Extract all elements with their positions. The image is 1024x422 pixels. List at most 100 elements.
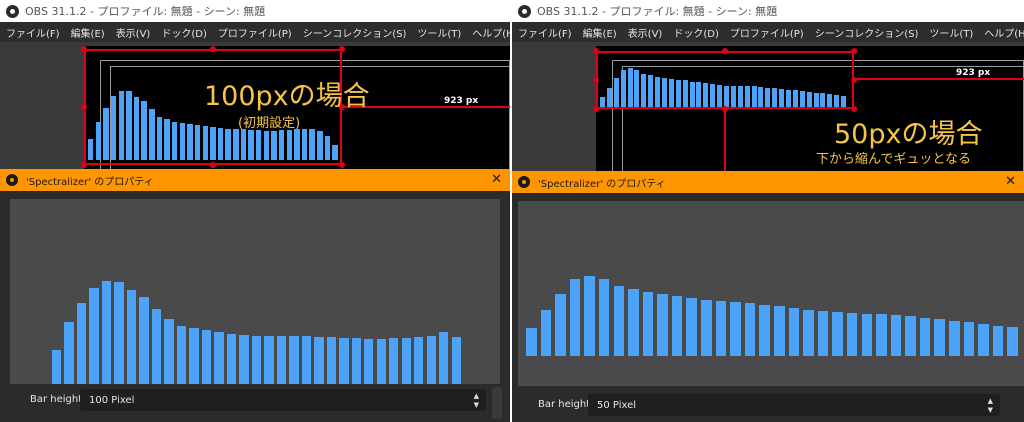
spectrum-bar bbox=[905, 316, 916, 356]
menu-view[interactable]: 表示(V) bbox=[628, 25, 663, 40]
spectrum-bar bbox=[76, 303, 87, 384]
spectrum-bar bbox=[759, 304, 770, 356]
spectrum-bar bbox=[426, 335, 436, 384]
menu-profile[interactable]: プロファイル(P) bbox=[218, 25, 292, 40]
window-title: OBS 31.1.2 - プロファイル: 無題 - シーン: 無題 bbox=[537, 5, 778, 18]
menu-profile[interactable]: プロファイル(P) bbox=[730, 25, 804, 40]
spectrum-preview bbox=[518, 201, 1024, 386]
spectrum-bar bbox=[389, 338, 399, 384]
spectrum-bar bbox=[788, 308, 800, 356]
menu-file[interactable]: ファイル(F) bbox=[518, 25, 572, 40]
resize-handle[interactable] bbox=[210, 162, 216, 168]
spectrum-bar bbox=[139, 296, 149, 384]
spectrum-bar bbox=[642, 292, 654, 356]
dialog-titlebar: 'Spectralizer' のプロパティ ✕ bbox=[512, 171, 1024, 193]
menu-view[interactable]: 表示(V) bbox=[116, 25, 151, 40]
obs-window-50px: OBS 31.1.2 - プロファイル: 無題 - シーン: 無題 ファイル(F… bbox=[512, 0, 1024, 422]
close-icon[interactable]: ✕ bbox=[491, 172, 502, 187]
close-icon[interactable]: ✕ bbox=[1005, 174, 1016, 189]
resize-handle[interactable] bbox=[593, 77, 599, 83]
annotation-subtitle: 下から縮んでギュッとなる bbox=[816, 152, 971, 167]
spectrum-bar bbox=[846, 312, 858, 356]
resize-handle[interactable] bbox=[722, 48, 728, 54]
menu-edit[interactable]: 編集(E) bbox=[583, 25, 617, 40]
spectrum-bar bbox=[817, 311, 829, 356]
spectrum-bar bbox=[628, 288, 639, 356]
resize-handle[interactable] bbox=[81, 46, 87, 52]
resize-handle[interactable] bbox=[851, 48, 857, 54]
distance-guide-line-vertical bbox=[724, 109, 726, 174]
menu-help[interactable]: ヘルプ(H) bbox=[984, 25, 1024, 40]
spin-arrows-icon[interactable]: ▲ ▼ bbox=[474, 392, 479, 410]
spectrum-bar bbox=[1007, 327, 1018, 356]
spectrum-bar bbox=[239, 334, 249, 384]
menu-dock[interactable]: ドック(D) bbox=[161, 25, 207, 40]
spectrum-bar bbox=[934, 319, 945, 356]
resize-handle[interactable] bbox=[339, 46, 345, 52]
annotation-title: 50pxの場合 bbox=[834, 119, 983, 150]
resize-handle[interactable] bbox=[722, 106, 728, 112]
spectrum-bar bbox=[101, 280, 112, 384]
spectrum-bar bbox=[114, 282, 124, 384]
spectrum-bar bbox=[176, 325, 187, 384]
resize-handle[interactable] bbox=[593, 106, 599, 112]
obs-window-100px: OBS 31.1.2 - プロファイル: 無題 - シーン: 無題 ファイル(F… bbox=[0, 0, 510, 422]
menu-dock[interactable]: ドック(D) bbox=[673, 25, 719, 40]
dialog-titlebar: 'Spectralizer' のプロパティ ✕ bbox=[0, 169, 510, 191]
spectrum-bar bbox=[584, 276, 595, 356]
bar-height-input[interactable]: 50 Pixel ▲ ▼ bbox=[588, 394, 1000, 416]
spectrum-bar bbox=[540, 309, 552, 356]
spin-arrows-icon[interactable]: ▲ ▼ bbox=[988, 397, 993, 415]
menu-file[interactable]: ファイル(F) bbox=[6, 25, 60, 40]
bar-height-label: Bar height bbox=[30, 394, 83, 405]
spectrum-bar bbox=[314, 336, 324, 384]
scrollbar[interactable] bbox=[492, 387, 502, 419]
obs-logo-icon bbox=[6, 4, 19, 18]
spectrum-bar bbox=[364, 339, 374, 384]
spectrum-bar bbox=[744, 303, 756, 356]
spectrum-bar bbox=[226, 333, 237, 384]
spectrum-bar bbox=[326, 336, 337, 384]
menu-scene-collection[interactable]: シーンコレクション(S) bbox=[303, 25, 407, 40]
spectrum-bar bbox=[555, 293, 566, 356]
spectrum-bar bbox=[151, 308, 162, 384]
menu-scene-collection[interactable]: シーンコレクション(S) bbox=[815, 25, 919, 40]
resize-handle[interactable] bbox=[339, 162, 345, 168]
bar-height-value: 100 Pixel bbox=[89, 394, 135, 406]
properties-dialog: 'Spectralizer' のプロパティ ✕ Bar height 50 Pi… bbox=[512, 171, 1024, 422]
spectrum-bar bbox=[214, 332, 224, 384]
dialog-title: 'Spectralizer' のプロパティ bbox=[26, 176, 154, 188]
source-preview bbox=[10, 199, 500, 384]
resize-handle[interactable] bbox=[81, 162, 87, 168]
menu-edit[interactable]: 編集(E) bbox=[71, 25, 105, 40]
resize-handle[interactable] bbox=[210, 46, 216, 52]
menu-bar: ファイル(F) 編集(E) 表示(V) ドック(D) プロファイル(P) シーン… bbox=[512, 22, 1024, 42]
resize-handle[interactable] bbox=[593, 48, 599, 54]
spectrum-bar bbox=[876, 314, 887, 356]
spectrum-bar bbox=[613, 285, 625, 356]
spectrum-bar bbox=[289, 335, 299, 384]
spectrum-bar bbox=[339, 338, 349, 384]
resize-handle[interactable] bbox=[851, 77, 857, 83]
distance-guide-line bbox=[854, 78, 1024, 80]
spectrum-preview bbox=[10, 199, 500, 384]
spectrum-bar bbox=[569, 279, 581, 356]
dialog-title: 'Spectralizer' のプロパティ bbox=[538, 178, 666, 190]
spectrum-bar bbox=[414, 336, 424, 384]
properties-dialog: 'Spectralizer' のプロパティ ✕ Bar height 100 P… bbox=[0, 169, 510, 422]
menu-tools[interactable]: ツール(T) bbox=[929, 25, 973, 40]
spectrum-bar bbox=[671, 296, 683, 356]
resize-handle[interactable] bbox=[81, 104, 87, 110]
spectrum-bar bbox=[832, 312, 843, 356]
annotation-title: 100pxの場合 bbox=[204, 81, 370, 112]
source-selection-box[interactable] bbox=[596, 51, 854, 109]
spectrum-bar bbox=[526, 328, 537, 356]
menu-help[interactable]: ヘルプ(H) bbox=[472, 25, 510, 40]
spectrum-bar bbox=[803, 309, 814, 356]
bar-height-input[interactable]: 100 Pixel ▲ ▼ bbox=[80, 389, 486, 411]
menu-tools[interactable]: ツール(T) bbox=[417, 25, 461, 40]
distance-label: 923 px bbox=[444, 96, 479, 106]
window-titlebar: OBS 31.1.2 - プロファイル: 無題 - シーン: 無題 bbox=[0, 0, 510, 22]
spectrum-bar bbox=[992, 325, 1004, 356]
spectrum-bar bbox=[264, 335, 274, 384]
